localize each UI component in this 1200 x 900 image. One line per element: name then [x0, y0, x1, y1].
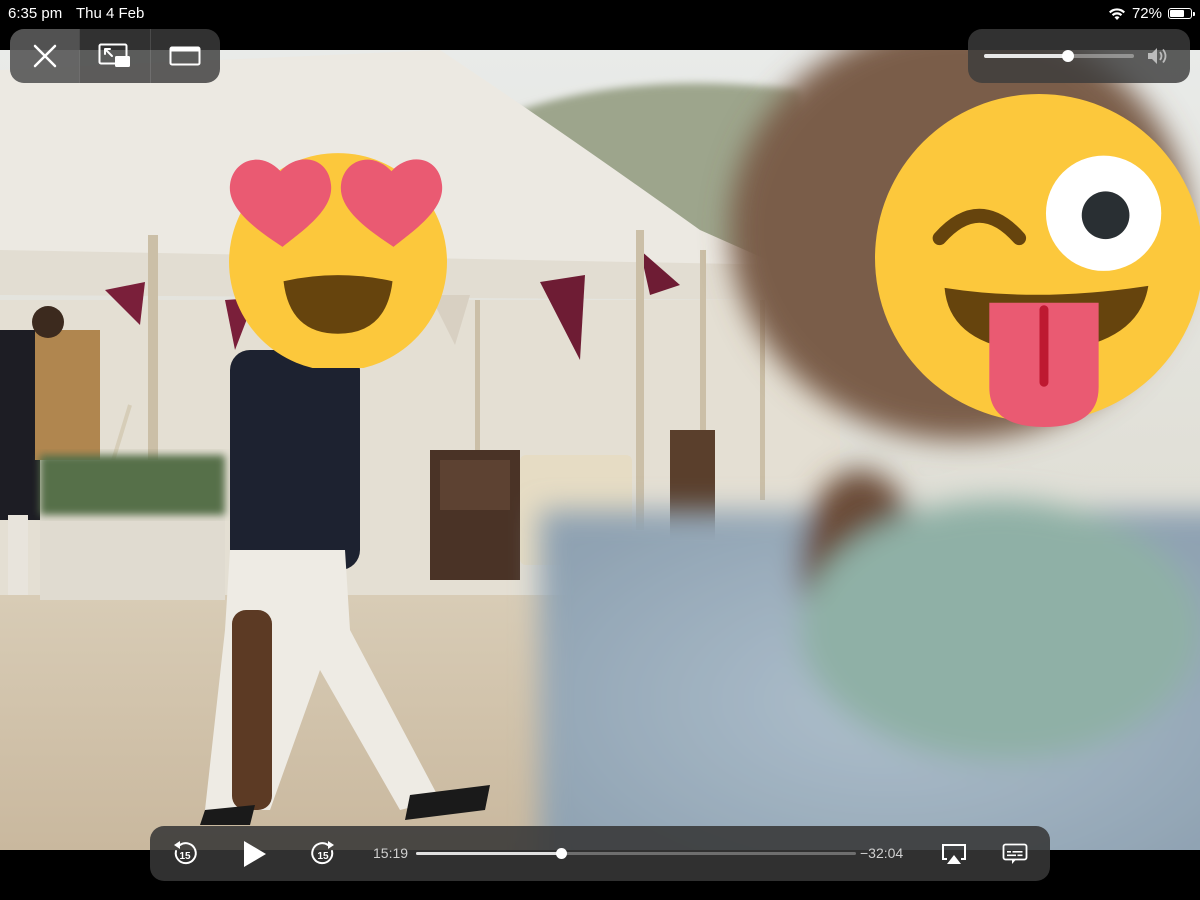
scrubber[interactable] — [416, 848, 856, 859]
volume-control — [968, 29, 1190, 83]
status-bar: 6:35 pm Thu 4 Feb 72% — [0, 0, 1200, 28]
subtitles-icon — [1002, 843, 1028, 864]
battery-percent: 72% — [1131, 5, 1162, 22]
play-button[interactable] — [238, 826, 270, 881]
top-left-controls — [10, 29, 220, 83]
aspect-fill-button[interactable] — [149, 29, 220, 83]
heart-eyes-emoji — [229, 153, 447, 368]
skip-back-15-icon: 15 — [174, 840, 197, 864]
airplay-button[interactable] — [940, 826, 968, 881]
subtitles-button[interactable] — [1000, 826, 1030, 881]
status-right: 72% — [1108, 5, 1195, 22]
aspect-fill-icon — [169, 46, 201, 66]
picture-in-picture-button[interactable] — [79, 29, 149, 83]
volume-slider[interactable] — [984, 50, 1134, 62]
video-frame[interactable] — [0, 50, 1200, 850]
skip-forward-15-icon: 15 — [311, 840, 334, 864]
skip-forward-label: 15 — [317, 851, 329, 862]
status-time: 6:35 pm — [8, 5, 63, 22]
skip-back-button[interactable]: 15 — [170, 826, 200, 881]
elapsed-time: 15:19 — [373, 845, 409, 861]
close-icon — [33, 44, 56, 68]
scrubber-knob[interactable] — [556, 848, 568, 859]
winking-tongue-emoji — [875, 94, 1200, 427]
picture-in-picture-icon — [98, 43, 130, 67]
transport-bar: 15 15 15:19 −32:04 — [150, 826, 1050, 881]
close-button[interactable] — [10, 29, 80, 83]
remaining-time: −32:04 — [860, 845, 904, 861]
skip-forward-button[interactable]: 15 — [308, 826, 338, 881]
skip-back-label: 15 — [179, 851, 191, 862]
airplay-icon — [942, 843, 966, 864]
play-icon — [244, 840, 266, 867]
volume-knob[interactable] — [1062, 50, 1074, 62]
speaker-icon — [1148, 48, 1167, 64]
wifi-icon — [1108, 7, 1125, 20]
battery-icon — [1168, 8, 1195, 19]
status-date: Thu 4 Feb — [76, 5, 145, 22]
